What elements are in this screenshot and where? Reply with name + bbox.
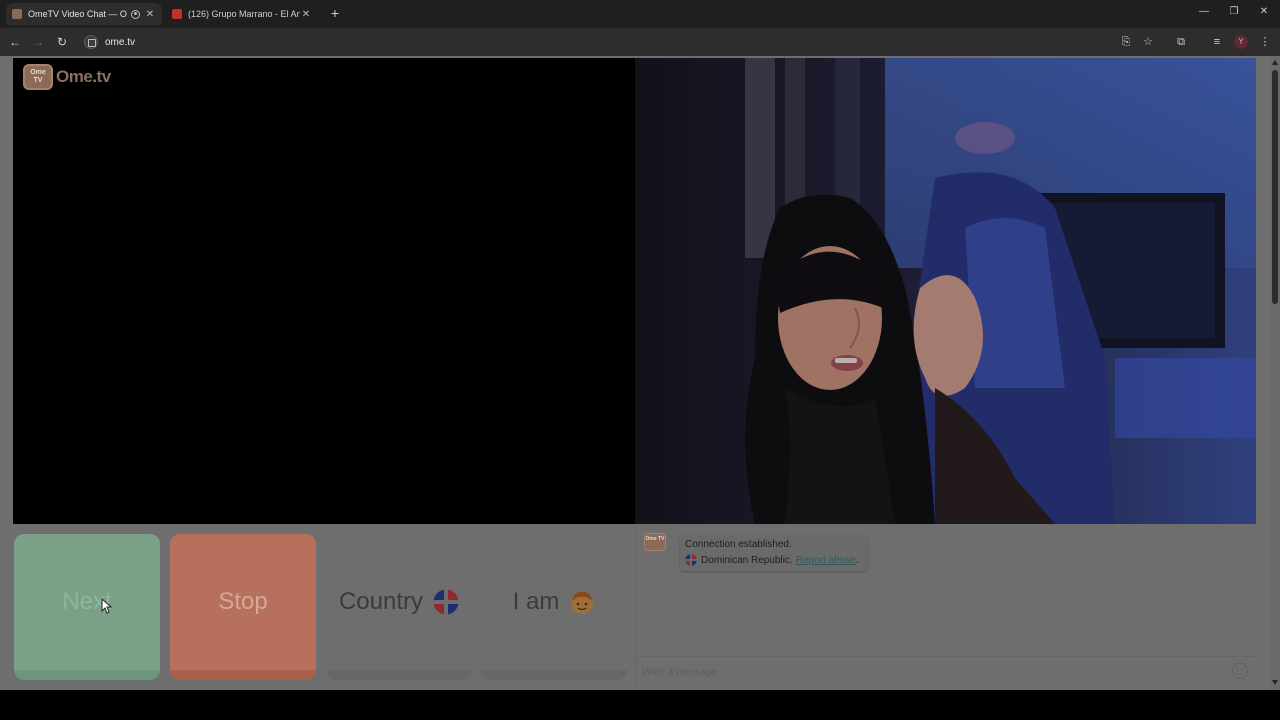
logo-text: Ome.tv — [56, 67, 111, 86]
remote-video-frame — [635, 58, 1256, 524]
flag-icon — [433, 589, 459, 615]
tab-title: (126) Grupo Marrano - El Ansi... — [188, 9, 300, 19]
close-window-button[interactable]: ✕ — [1256, 6, 1272, 17]
back-icon[interactable]: ← — [8, 34, 22, 50]
profile-avatar[interactable]: Y — [1234, 35, 1248, 49]
scroll-down-arrow-icon[interactable] — [1272, 680, 1278, 685]
local-video: Ome TV Ome.tv — [13, 58, 635, 524]
extensions-icon[interactable]: ⧉ — [1174, 35, 1188, 49]
cursor-icon — [101, 598, 112, 614]
i-am-label: I am — [512, 588, 560, 615]
country-button[interactable]: Country — [326, 534, 472, 680]
site-info-icon[interactable] — [84, 35, 98, 49]
url-text: ome.tv — [105, 36, 136, 48]
page-scrollbar[interactable] — [1270, 56, 1280, 690]
country-label: Country — [338, 588, 424, 615]
browser-toolbar: ← → ↻ ome.tv ⎘ ☆ ⧉ ≡ Y ⋮ — [0, 28, 1280, 56]
chat-panel: Ome TV Connection established. Dominican… — [635, 526, 1256, 688]
report-abuse-link[interactable]: Report abuse — [796, 555, 856, 566]
record-icon — [131, 9, 140, 19]
forward-icon[interactable]: → — [31, 34, 45, 50]
ometv-favicon-icon — [12, 9, 22, 19]
tab-ometv[interactable]: OmeTV Video Chat — Ome ✕ — [6, 3, 162, 25]
new-tab-button[interactable]: + — [328, 5, 342, 21]
chat-input-row — [636, 656, 1256, 688]
report-suffix: . — [855, 554, 859, 566]
tv-icon: Ome TV — [23, 64, 53, 90]
tab-title: OmeTV Video Chat — Ome — [28, 9, 127, 19]
scroll-up-arrow-icon[interactable] — [1272, 60, 1278, 65]
tab-youtube[interactable]: (126) Grupo Marrano - El Ansi... ✕ — [166, 3, 318, 25]
connection-status-text: Connection established. — [685, 539, 792, 550]
close-icon[interactable]: ✕ — [300, 9, 312, 20]
flag-icon — [685, 554, 697, 566]
address-bar[interactable]: ome.tv — [80, 31, 1198, 53]
country-line: Dominican Republic. Report abuse. — [685, 554, 859, 566]
stop-button[interactable]: Stop — [170, 534, 316, 680]
ometv-avatar: Ome TV — [644, 533, 666, 551]
country-name: Dominican Republic. — [701, 554, 793, 566]
install-icon[interactable]: ⎘ — [1119, 35, 1133, 49]
reload-icon[interactable]: ↻ — [55, 34, 69, 50]
minimize-button[interactable]: — — [1196, 6, 1212, 17]
scroll-thumb[interactable] — [1272, 70, 1278, 304]
system-message: Connection established. Dominican Republ… — [680, 535, 868, 571]
page-content: Ome TV Ome.tv Next Stop Country I am Ome… — [0, 56, 1270, 690]
youtube-favicon-icon — [172, 9, 182, 19]
next-button[interactable]: Next — [14, 534, 160, 680]
i-am-button[interactable]: I am — [481, 534, 627, 680]
message-input[interactable] — [642, 663, 1222, 681]
bookmark-star-icon[interactable]: ☆ — [1141, 35, 1155, 49]
remote-video — [635, 58, 1256, 524]
stop-label: Stop — [218, 588, 268, 615]
boy-emoji-icon — [571, 591, 594, 614]
tab-strip: OmeTV Video Chat — Ome ✕ (126) Grupo Mar… — [0, 0, 1280, 28]
menu-icon[interactable]: ⋮ — [1258, 35, 1272, 49]
close-icon[interactable]: ✕ — [144, 9, 156, 20]
restore-button[interactable]: ❐ — [1226, 6, 1242, 17]
ometv-logo[interactable]: Ome TV Ome.tv — [23, 64, 111, 90]
media-control-icon[interactable]: ≡ — [1210, 35, 1224, 49]
emoji-icon[interactable] — [1232, 663, 1248, 679]
bottom-band — [0, 690, 1280, 720]
